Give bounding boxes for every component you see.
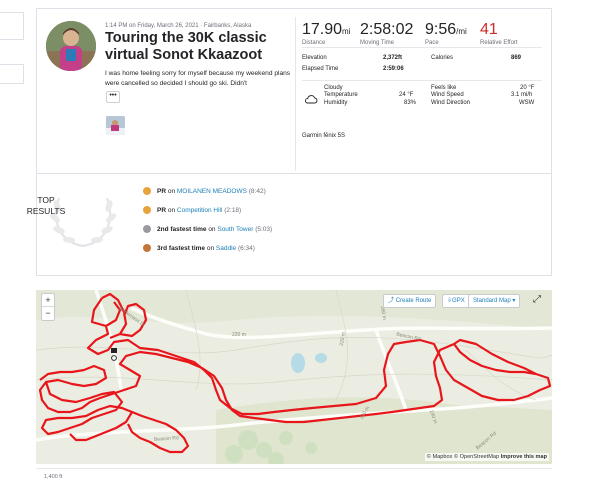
start-marker-icon <box>111 355 117 361</box>
top-results-label-line2: RESULTS <box>26 206 66 216</box>
segment-link[interactable]: South Tower <box>217 226 253 233</box>
card-divider <box>295 17 296 171</box>
wind-direction-label: Wind Direction <box>431 100 471 106</box>
create-route-button[interactable]: ⤴ Create Route <box>383 294 437 308</box>
relative-effort-label: Relative Effort <box>480 40 518 46</box>
activity-title: Touring the 30K classic virtual Sonot Kk… <box>105 30 267 63</box>
segment-link[interactable]: Competition Hill <box>177 207 223 214</box>
route-map[interactable]: Wilderness Dr Beacon Rd Beacon Rd Beacon… <box>36 290 552 464</box>
feels-like-value: 20 °F <box>520 85 535 91</box>
elevation-axis-label: 1,400 ft <box>44 474 63 480</box>
achievement-row: PR on MOILANEN MEADOWS (8:42) <box>143 187 266 195</box>
humidity-value: 83% <box>404 100 417 106</box>
feels-like-label: Feels like <box>431 85 457 91</box>
wind-direction-value: WSW <box>519 100 535 106</box>
segment-link[interactable]: MOILANEN MEADOWS <box>177 188 247 195</box>
zoom-in-button[interactable]: + <box>42 294 54 307</box>
pr-medal-icon <box>143 187 151 195</box>
details-divider <box>302 80 542 81</box>
achievement-on: on <box>208 225 216 233</box>
relative-effort-stat[interactable]: 41 Relative Effort <box>480 21 518 46</box>
activity-meta: 1:14 PM on Friday, March 26, 2021 · Fair… <box>105 23 252 29</box>
elapsed-time-value: 2:59:06 <box>383 66 404 72</box>
achievement-prefix: PR <box>157 187 167 195</box>
achievement-time: (5:03) <box>255 225 273 233</box>
achievement-time: (8:42) <box>248 187 266 195</box>
gpx-label: GPX <box>452 298 465 304</box>
activity-summary-card: 1:14 PM on Friday, March 26, 2021 · Fair… <box>36 8 552 174</box>
map-canvas[interactable] <box>36 290 552 464</box>
distance-unit: mi <box>342 27 351 36</box>
wind-speed-value: 3.1 mi/h <box>511 92 533 98</box>
achievement-on: on <box>206 244 215 252</box>
chevron-down-icon: ▾ <box>512 298 516 304</box>
cloud-icon <box>304 91 318 104</box>
calories-label: Calories <box>431 55 454 61</box>
achievement-row: 3rd fastest time on Saddle (6:34) <box>143 244 255 252</box>
achievement-prefix: 2nd fastest time <box>157 225 207 233</box>
temperature-value: 24 °F <box>399 92 414 98</box>
osm-credit-link[interactable]: © OpenStreetMap <box>454 454 499 460</box>
wind-speed-label: Wind Speed <box>431 92 464 98</box>
pr-medal-icon <box>143 206 151 214</box>
achievement-on: on <box>167 206 176 214</box>
zoom-control: + − <box>41 293 55 321</box>
zoom-out-button[interactable]: − <box>42 307 54 320</box>
achievement-prefix: 3rd fastest time <box>157 244 206 252</box>
contour-label: 220 m <box>232 332 246 338</box>
achievement-on: on <box>167 187 176 195</box>
activity-description: I was home feeling sorry for myself beca… <box>105 70 291 87</box>
primary-stats: 17.90mi Distance 2:58:02 Moving Time 9:5… <box>302 21 542 46</box>
athlete-avatar[interactable] <box>46 21 96 71</box>
fullscreen-icon[interactable]: ⤢ <box>531 294 543 306</box>
calories-value: 869 <box>511 55 522 61</box>
side-tab[interactable] <box>0 64 24 84</box>
left-panel-stub <box>0 0 24 480</box>
photo-thumbnail[interactable] <box>106 116 125 135</box>
moving-time-value: 2:58:02 <box>360 21 414 38</box>
top-results-card <box>36 174 552 276</box>
elevation-chart: 1,400 ft <box>36 468 552 480</box>
pace-unit: /mi <box>456 27 467 36</box>
achievement-row: PR on Competition Hill (2:18) <box>143 206 241 214</box>
top-results-label: TOP RESULTS <box>18 195 74 217</box>
device-name: Garmin fēnix 5S <box>302 133 346 139</box>
stats-divider <box>302 47 542 48</box>
mapbox-credit-link[interactable]: © Mapbox <box>427 454 453 460</box>
map-type-select[interactable]: Standard Map ▾ <box>468 294 521 308</box>
bronze-medal-icon <box>143 244 151 252</box>
create-route-label: Create Route <box>395 298 432 304</box>
map-attribution: © Mapbox © OpenStreetMap Improve this ma… <box>424 453 549 461</box>
moving-time-stat: 2:58:02 Moving Time <box>360 21 413 46</box>
improve-map-link[interactable]: Improve this map <box>501 454 547 460</box>
moving-time-label: Moving Time <box>360 40 395 46</box>
pace-stat: 9:56/mi Pace <box>425 21 467 46</box>
gpx-button[interactable]: ⇩GPX <box>442 294 470 308</box>
elapsed-time-label: Elapsed Time <box>302 66 339 72</box>
silver-medal-icon <box>143 225 151 233</box>
elevation-value: 2,372ft <box>383 55 403 61</box>
pace-value: 9:56 <box>425 21 457 38</box>
map-type-label: Standard Map <box>473 298 511 304</box>
temperature-label: Temperature <box>324 92 358 98</box>
elevation-label: Elevation <box>302 55 327 61</box>
finish-flag-icon <box>111 348 117 353</box>
distance-label: Distance <box>302 40 326 46</box>
segment-link[interactable]: Saddle <box>216 245 236 252</box>
pace-label: Pace <box>425 40 439 46</box>
humidity-label: Humidity <box>324 100 348 106</box>
route-icon: ⤴ <box>388 298 395 304</box>
top-results-label-line1: TOP <box>37 195 55 205</box>
relative-effort-value: 41 <box>480 21 498 38</box>
distance-stat: 17.90mi Distance <box>302 21 351 46</box>
more-button[interactable]: ••• <box>106 91 120 103</box>
distance-value: 17.90 <box>302 21 343 38</box>
weather-condition: Cloudy <box>324 85 343 91</box>
achievement-prefix: PR <box>157 206 167 214</box>
achievement-time: (2:18) <box>224 206 242 214</box>
achievement-time: (6:34) <box>237 244 255 252</box>
side-tab[interactable] <box>0 12 24 40</box>
achievement-row: 2nd fastest time on South Tower (5:03) <box>143 225 272 233</box>
